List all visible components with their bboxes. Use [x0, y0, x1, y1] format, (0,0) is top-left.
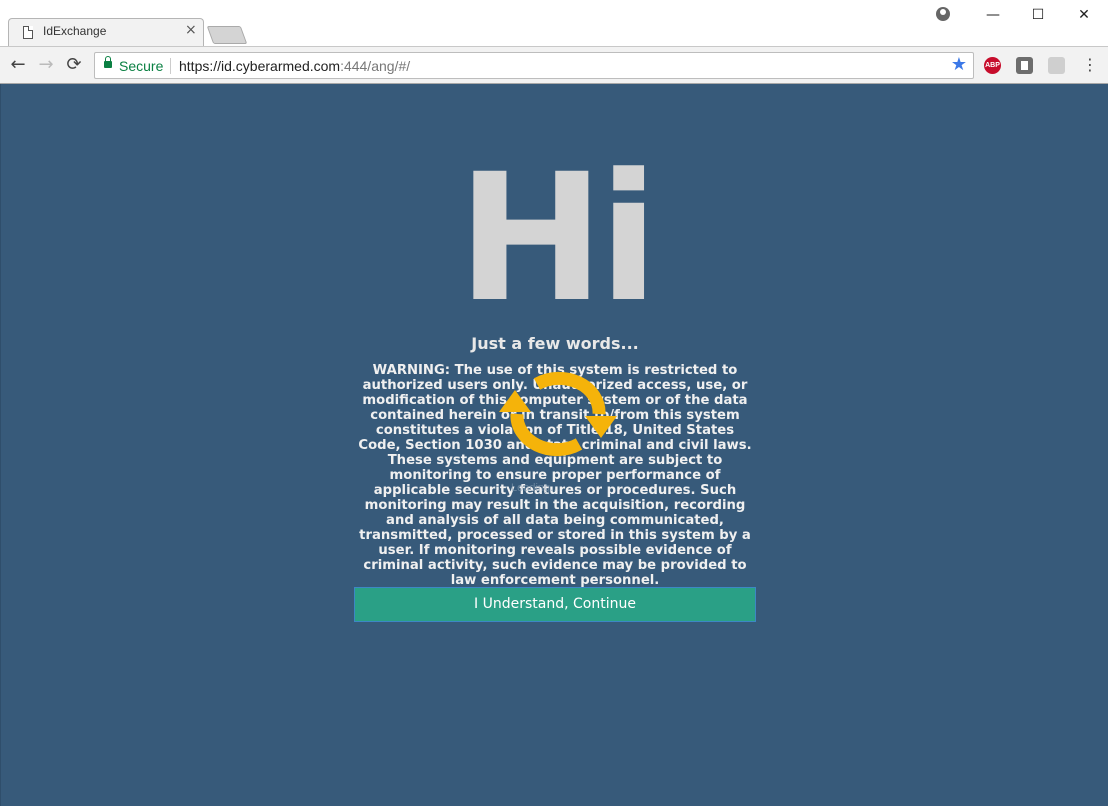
page-content: Hi Just a few words... WARNING: The use …: [0, 84, 1108, 806]
url-text[interactable]: https://id.cyberarmed.com:444/ang/#/: [179, 58, 410, 74]
back-icon[interactable]: ←: [6, 53, 30, 77]
url-host: https://id.cyberarmed.com: [179, 58, 341, 74]
address-bar[interactable]: Secure https://id.cyberarmed.com:444/ang…: [94, 52, 974, 79]
forward-icon[interactable]: →: [34, 53, 58, 77]
url-path: :444/ang/#/: [340, 58, 411, 74]
profile-icon[interactable]: [936, 7, 950, 21]
hero-heading: Hi: [457, 136, 659, 341]
new-tab-button[interactable]: [206, 26, 248, 44]
omnibox-divider: [170, 58, 171, 74]
subtitle: Just a few words...: [471, 334, 639, 353]
menu-icon[interactable]: ⋮: [1080, 55, 1100, 75]
loading-text: Loading...: [511, 482, 560, 494]
continue-button[interactable]: I Understand, Continue: [354, 587, 756, 622]
pdf-icon[interactable]: [1048, 57, 1065, 74]
browser-tab[interactable]: IdExchange ×: [8, 18, 204, 46]
refresh-spinner-icon: [499, 371, 617, 457]
reload-icon[interactable]: ⟳: [62, 53, 86, 77]
extension-icon[interactable]: [1016, 57, 1033, 74]
adblock-icon[interactable]: ABP: [984, 57, 1001, 74]
secure-label: Secure: [119, 58, 164, 74]
tab-close-icon[interactable]: ×: [185, 22, 197, 38]
lock-icon: [104, 56, 112, 68]
tab-title: IdExchange: [43, 24, 107, 38]
minimize-button[interactable]: —: [982, 4, 1004, 26]
star-icon[interactable]: ★: [951, 54, 967, 75]
close-window-button[interactable]: ✕: [1073, 4, 1095, 26]
maximize-button[interactable]: ☐: [1027, 4, 1049, 26]
browser-toolbar: ← → ⟳ Secure https://id.cyberarmed.com:4…: [0, 46, 1108, 84]
window-titlebar: IdExchange × — ☐ ✕: [0, 0, 1108, 46]
page-icon: [23, 26, 33, 39]
